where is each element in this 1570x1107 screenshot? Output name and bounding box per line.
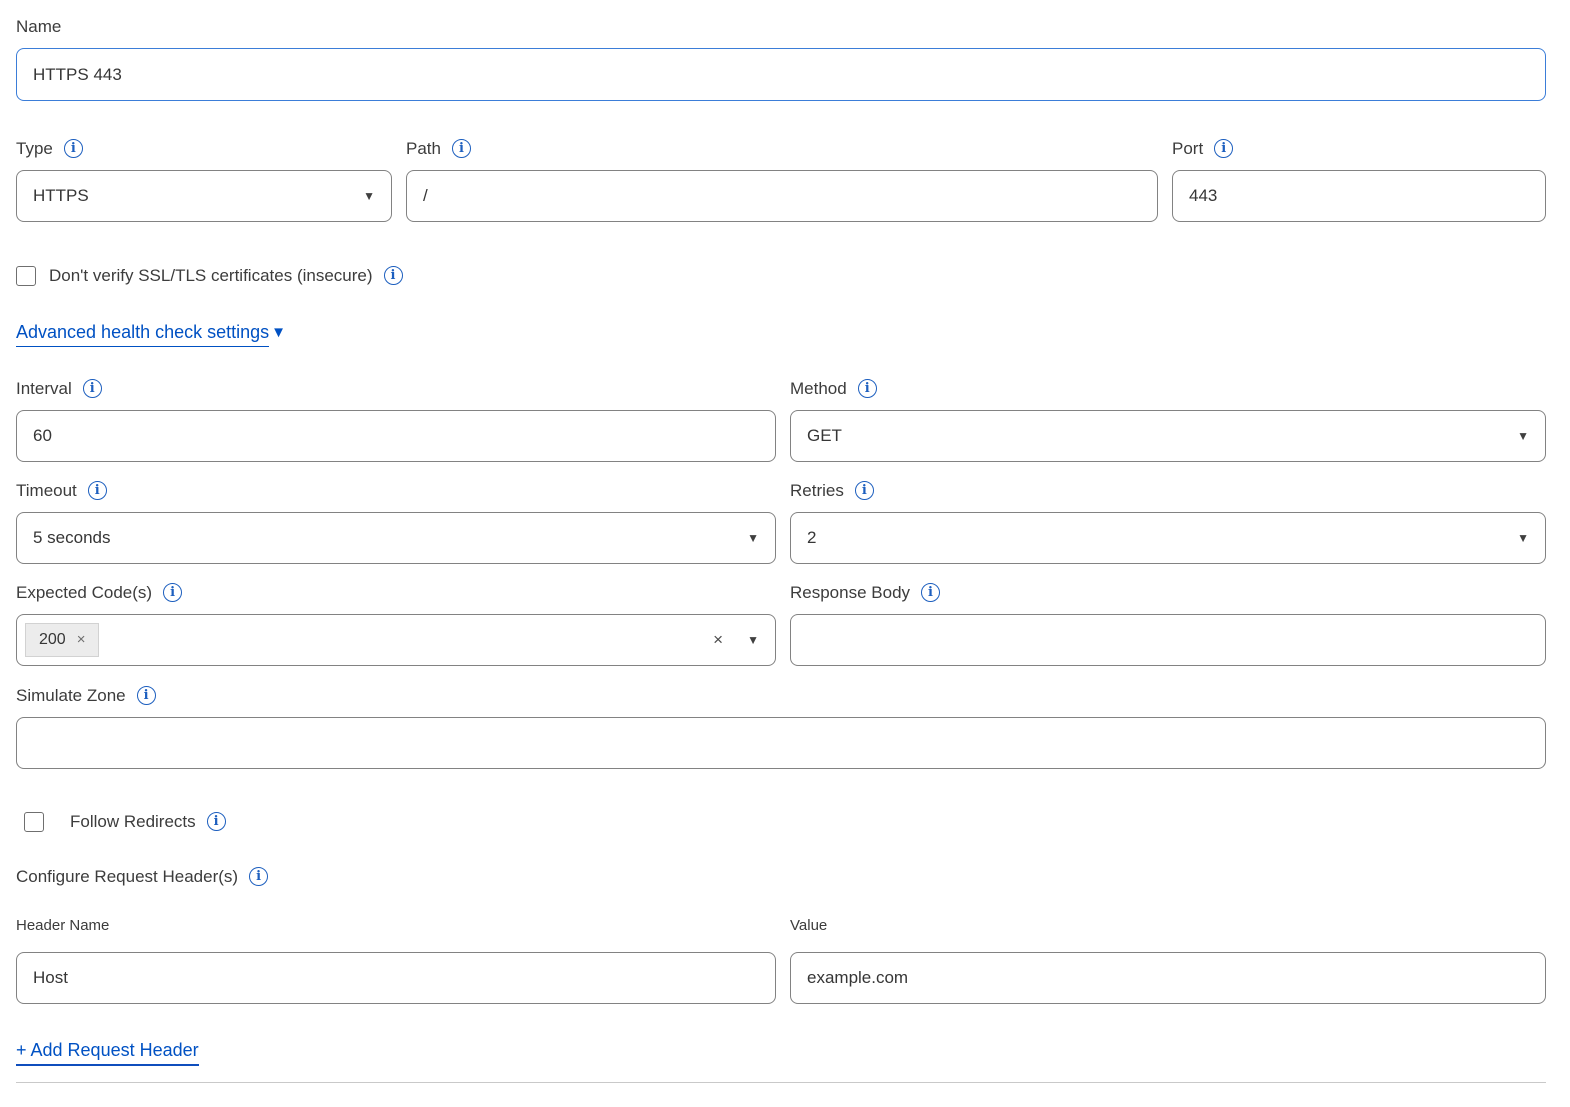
expected-code-tag-value: 200 (39, 630, 66, 651)
info-icon[interactable]: i (384, 266, 403, 285)
clear-icon[interactable]: × (713, 630, 723, 650)
retries-select-value: 2 (807, 528, 816, 548)
interval-field: Interval i (16, 378, 776, 462)
follow-redirects-row: Follow Redirects i (16, 811, 1546, 832)
request-header-row: Header Name Value (16, 917, 1546, 1004)
header-value-input[interactable] (790, 952, 1546, 1004)
chevron-down-icon: ▼ (747, 531, 759, 545)
chevron-down-icon: ▼ (1517, 531, 1529, 545)
info-icon[interactable]: i (249, 867, 268, 886)
expected-codes-label: Expected Code(s) (16, 582, 152, 603)
type-path-port-row: Type i HTTPS ▼ Path i Port i (16, 138, 1546, 222)
info-icon[interactable]: i (858, 379, 877, 398)
header-name-input[interactable] (16, 952, 776, 1004)
expected-codes-field: Expected Code(s) i 200 × × ▼ (16, 582, 776, 666)
info-icon[interactable]: i (855, 481, 874, 500)
header-value-label: Value (790, 917, 827, 935)
ssl-verify-label: Don't verify SSL/TLS certificates (insec… (49, 265, 373, 286)
retries-select[interactable]: 2 ▼ (790, 512, 1546, 564)
expected-codes-multiselect[interactable]: 200 × × ▼ (16, 614, 776, 666)
section-divider (16, 1082, 1546, 1083)
path-input[interactable] (406, 170, 1158, 222)
header-name-label: Header Name (16, 917, 109, 935)
info-icon[interactable]: i (452, 139, 471, 158)
header-name-field: Header Name (16, 917, 776, 1004)
follow-redirects-checkbox[interactable] (24, 812, 44, 832)
info-icon[interactable]: i (163, 583, 182, 602)
response-body-field: Response Body i (790, 582, 1546, 666)
simulate-zone-field: Simulate Zone i (16, 685, 1546, 769)
simulate-zone-input[interactable] (16, 717, 1546, 769)
remove-icon[interactable]: × (77, 630, 86, 650)
request-headers-section: Configure Request Header(s) i (16, 866, 1546, 887)
path-label: Path (406, 138, 441, 159)
info-icon[interactable]: i (207, 812, 226, 831)
timeout-field: Timeout i 5 seconds ▼ (16, 480, 776, 564)
type-select-value: HTTPS (33, 186, 89, 206)
method-select[interactable]: GET ▼ (790, 410, 1546, 462)
simulate-zone-label: Simulate Zone (16, 685, 126, 706)
type-select[interactable]: HTTPS ▼ (16, 170, 392, 222)
timeout-select[interactable]: 5 seconds ▼ (16, 512, 776, 564)
name-input[interactable] (16, 48, 1546, 101)
type-label: Type (16, 138, 53, 159)
chevron-down-icon: ▼ (1517, 429, 1529, 443)
add-request-header-link[interactable]: + Add Request Header (16, 1040, 199, 1066)
info-icon[interactable]: i (83, 379, 102, 398)
port-input[interactable] (1172, 170, 1546, 222)
advanced-settings-grid: Interval i Method i GET ▼ Timeout i 5 se… (16, 378, 1546, 666)
path-field: Path i (406, 138, 1158, 222)
port-label: Port (1172, 138, 1203, 159)
header-value-field: Value (790, 917, 1546, 1004)
interval-input[interactable] (16, 410, 776, 462)
port-field: Port i (1172, 138, 1546, 222)
response-body-input[interactable] (790, 614, 1546, 666)
add-request-header-row: + Add Request Header (16, 1040, 1546, 1066)
ssl-verify-checkbox[interactable] (16, 266, 36, 286)
method-select-value: GET (807, 426, 842, 446)
info-icon[interactable]: i (64, 139, 83, 158)
type-field: Type i HTTPS ▼ (16, 138, 392, 222)
timeout-select-value: 5 seconds (33, 528, 111, 548)
expected-code-tag: 200 × (25, 623, 99, 658)
retries-label: Retries (790, 480, 844, 501)
ssl-verify-row: Don't verify SSL/TLS certificates (insec… (8, 265, 1546, 286)
request-headers-label: Configure Request Header(s) (16, 866, 238, 887)
interval-label: Interval (16, 378, 72, 399)
chevron-down-icon[interactable]: ▼ (747, 633, 759, 647)
retries-field: Retries i 2 ▼ (790, 480, 1546, 564)
info-icon[interactable]: i (137, 686, 156, 705)
advanced-settings-link[interactable]: Advanced health check settings (16, 322, 269, 347)
method-field: Method i GET ▼ (790, 378, 1546, 462)
follow-redirects-label: Follow Redirects (70, 811, 196, 832)
chevron-down-icon: ▼ (363, 189, 375, 203)
advanced-settings-row: Advanced health check settings ▼ (16, 322, 1546, 347)
health-check-form: Name Type i HTTPS ▼ Path i Port i (0, 0, 1570, 1083)
response-body-label: Response Body (790, 582, 910, 603)
name-field: Name (16, 16, 1546, 101)
timeout-label: Timeout (16, 480, 77, 501)
info-icon[interactable]: i (1214, 139, 1233, 158)
name-label: Name (16, 16, 61, 37)
info-icon[interactable]: i (921, 583, 940, 602)
info-icon[interactable]: i (88, 481, 107, 500)
method-label: Method (790, 378, 847, 399)
chevron-down-icon: ▼ (271, 324, 286, 341)
